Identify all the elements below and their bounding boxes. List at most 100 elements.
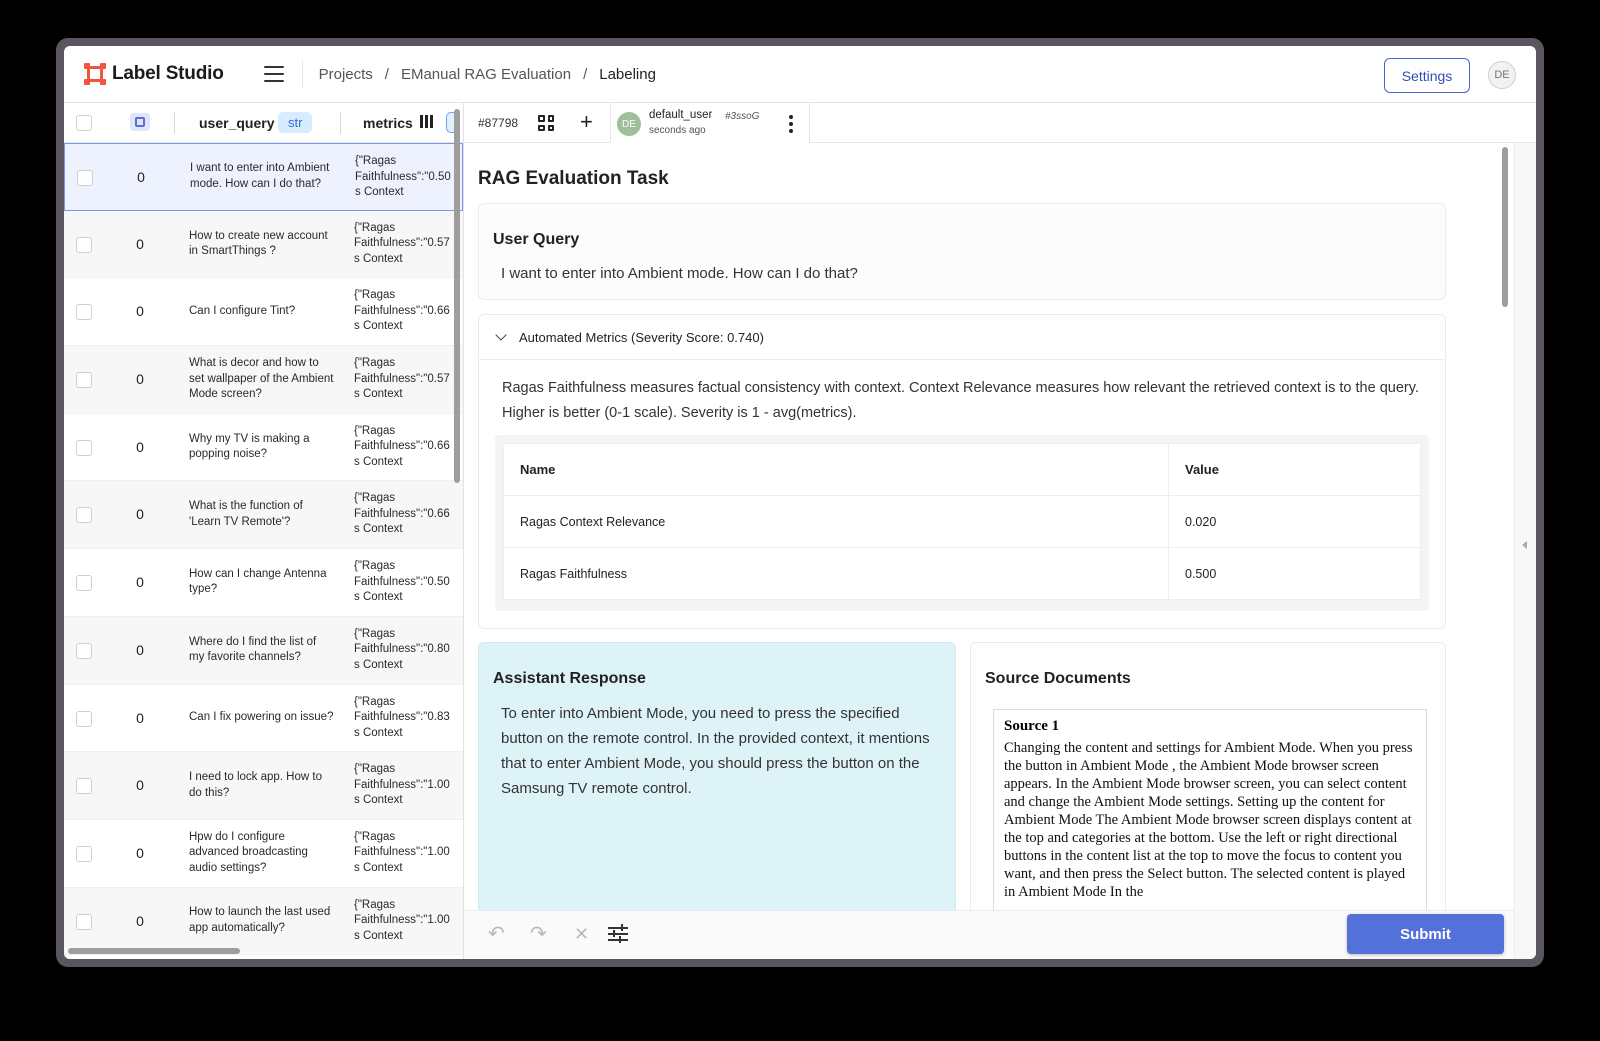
- table-row[interactable]: 0 What is decor and how to set wallpaper …: [64, 346, 463, 414]
- row-metrics: {"Ragas Faithfulness":"0.66 s Context: [354, 289, 450, 333]
- table-header: user_query str metrics: [64, 103, 463, 143]
- column-divider: [340, 112, 341, 134]
- metrics-collapse-header[interactable]: Automated Metrics (Severity Score: 0.740…: [479, 315, 1445, 360]
- top-navigation-bar: Label Studio Projects / EManual RAG Eval…: [64, 46, 1536, 103]
- row-metrics: {"Ragas Faithfulness":"0.50 s Context: [355, 155, 451, 198]
- row-checkbox[interactable]: [76, 236, 92, 253]
- submit-button[interactable]: Submit: [1347, 914, 1504, 954]
- row-metrics: {"Ragas Faithfulness":"0.83 s Context: [354, 695, 450, 739]
- table-row[interactable]: 0 Why my TV is making a popping noise? {"R…: [64, 414, 463, 482]
- source-label: Source 1: [1004, 718, 1060, 734]
- source-document-box: Source 1 Changing the content and settin…: [993, 709, 1427, 910]
- source-documents-heading: Source Documents: [985, 670, 1131, 687]
- row-checkbox[interactable]: [76, 304, 92, 321]
- metric-value: 0.020: [1168, 495, 1421, 548]
- row-checkbox[interactable]: [76, 642, 92, 659]
- breadcrumb-project[interactable]: EManual RAG Evaluation: [401, 66, 571, 83]
- metrics-description: Ragas Faithfulness measures factual cons…: [502, 380, 1419, 421]
- more-options-icon[interactable]: [789, 115, 793, 133]
- content-vertical-scrollbar[interactable]: [1502, 147, 1508, 307]
- side-panel-toggle[interactable]: [1514, 143, 1536, 959]
- row-user-query: I need to lock app. How to do this?: [189, 771, 322, 799]
- column-header-metrics[interactable]: metrics: [363, 115, 413, 131]
- row-annotation-count: 0: [136, 574, 144, 591]
- id-column-icon[interactable]: [130, 113, 150, 131]
- task-table-panel: user_query str metrics 0 I want to enter …: [64, 103, 464, 959]
- row-metrics: {"Ragas Faithfulness":"0.57 s Context: [354, 357, 450, 401]
- row-checkbox[interactable]: [76, 845, 92, 862]
- metrics-table-row: Ragas Faithfulness 0.500: [503, 547, 1421, 600]
- metrics-table-row: Ragas Context Relevance 0.020: [503, 495, 1421, 548]
- redo-icon[interactable]: ↷: [530, 924, 547, 944]
- row-checkbox[interactable]: [77, 170, 93, 186]
- table-vertical-scrollbar[interactable]: [454, 109, 460, 483]
- column-type-badge: str: [278, 112, 313, 133]
- table-row[interactable]: 0 What is the function of 'Learn TV Remot…: [64, 481, 463, 550]
- row-user-query: Where do I find the list of my favorite …: [189, 635, 317, 664]
- row-metrics: {"Ragas Faithfulness":"0.66 s Context: [354, 492, 450, 536]
- menu-icon[interactable]: [263, 66, 284, 82]
- table-horizontal-scrollbar[interactable]: [68, 948, 240, 954]
- source-documents-card: Source Documents Source 1 Changing the c…: [970, 642, 1446, 910]
- metrics-col-name: Name: [503, 443, 1169, 496]
- annotator-name: default_user: [649, 109, 713, 121]
- table-row[interactable]: 0 How to create new account in SmartThing…: [64, 210, 463, 279]
- row-checkbox[interactable]: [76, 372, 92, 389]
- table-row[interactable]: 0 How to launch the last used app automat…: [64, 887, 463, 956]
- row-metrics: {"Ragas Faithfulness":"1.00 s Context: [354, 763, 450, 807]
- row-metrics: {"Ragas Faithfulness":"0.80 s Context: [354, 627, 450, 671]
- row-user-query: What is decor and how to set wallpaper o…: [189, 357, 334, 401]
- assistant-response-text: To enter into Ambient Mode, you need to …: [501, 705, 930, 797]
- row-user-query: How to launch the last used app automati…: [189, 906, 331, 934]
- row-annotation-count: 0: [136, 844, 144, 861]
- table-row[interactable]: 0 Can I fix powering on issue? {"Ragas Fai…: [64, 685, 463, 753]
- table-row[interactable]: 0 Can I configure Tint? {"Ragas Faithfulne…: [64, 278, 463, 347]
- metrics-panel: Automated Metrics (Severity Score: 0.740…: [478, 314, 1446, 629]
- row-checkbox[interactable]: [76, 913, 92, 930]
- undo-icon[interactable]: ↶: [488, 924, 505, 944]
- add-annotation-icon[interactable]: +: [580, 111, 593, 133]
- table-row[interactable]: 0 Where do I find the list of my favorite…: [64, 616, 463, 685]
- breadcrumb-current: Labeling: [599, 65, 656, 83]
- table-body: 0 I want to enter into Ambient mode. How …: [64, 143, 463, 956]
- labeling-content: RAG Evaluation Task User Query I want to…: [464, 143, 1514, 910]
- breadcrumb-separator: /: [583, 65, 588, 83]
- table-row[interactable]: 0 I want to enter into Ambient mode. How …: [64, 143, 463, 211]
- user-avatar[interactable]: DE: [1488, 61, 1516, 89]
- user-query-text: I want to enter into Ambient mode. How c…: [501, 265, 858, 282]
- column-header-user-query[interactable]: user_query: [199, 115, 274, 131]
- reset-icon[interactable]: ✕: [574, 924, 589, 944]
- row-annotation-count: 0: [136, 912, 144, 929]
- row-checkbox[interactable]: [76, 439, 92, 456]
- row-checkbox[interactable]: [76, 778, 92, 795]
- row-metrics: {"Ragas Faithfulness":"1.00 s Context: [354, 898, 450, 942]
- breadcrumb-projects[interactable]: Projects: [319, 66, 373, 83]
- breadcrumb: Projects / EManual RAG Evaluation / Labe…: [319, 66, 656, 83]
- app-logo[interactable]: Label Studio: [84, 63, 224, 85]
- row-annotation-count: 0: [137, 169, 145, 185]
- column-divider: [174, 112, 175, 134]
- select-all-checkbox[interactable]: [76, 115, 92, 131]
- annotator-avatar: DE: [617, 112, 641, 136]
- app-window: Label Studio Projects / EManual RAG Eval…: [56, 38, 1544, 967]
- task-toolbar: #87798 + DE default_user #3ssoG seconds …: [464, 103, 1536, 143]
- table-row[interactable]: 0 How can I change Antenna type? {"Ragas F…: [64, 549, 463, 617]
- grid-view-icon[interactable]: [538, 115, 554, 131]
- row-checkbox[interactable]: [76, 507, 92, 524]
- source-text: Changing the content and settings for Am…: [1004, 740, 1413, 900]
- table-row[interactable]: 0 I need to lock app. How to do this? {"Ra…: [64, 752, 463, 820]
- row-annotation-count: 0: [136, 303, 144, 320]
- breadcrumb-separator: /: [384, 65, 389, 83]
- table-row[interactable]: 0 Hpw do I configure advanced broadcastin…: [64, 820, 463, 888]
- row-checkbox[interactable]: [76, 710, 92, 727]
- collapse-caret-icon: [1522, 541, 1527, 549]
- annotation-hash: #3ssoG: [725, 111, 760, 122]
- annotation-tab[interactable]: DE default_user #3ssoG seconds ago: [610, 103, 810, 143]
- row-checkbox[interactable]: [76, 575, 92, 592]
- row-metrics: {"Ragas Faithfulness":"0.57 s Context: [354, 221, 450, 265]
- settings-sliders-icon[interactable]: [608, 924, 628, 943]
- metrics-header-label: Automated Metrics (Severity Score: 0.740…: [519, 329, 764, 345]
- columns-icon[interactable]: [420, 115, 433, 128]
- metrics-table-header-row: Name Value: [503, 443, 1421, 496]
- settings-button[interactable]: Settings: [1384, 58, 1470, 93]
